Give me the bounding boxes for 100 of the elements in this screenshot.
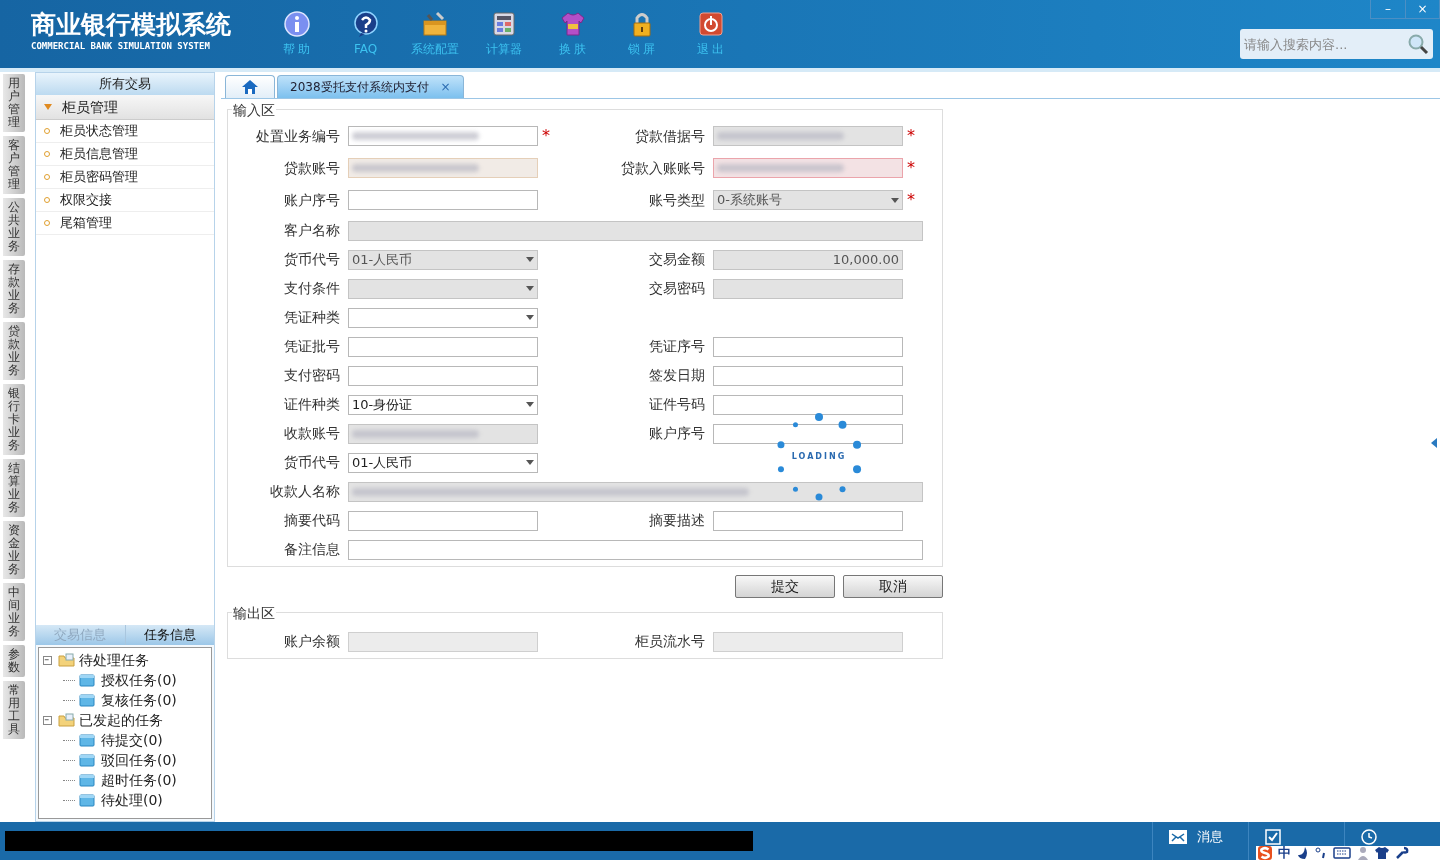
field-label: 贷款入账账号: [620, 158, 706, 178]
field-label: 凭证种类: [283, 308, 341, 327]
status-item[interactable]: [1361, 829, 1377, 845]
side-tab[interactable]: 中间业务: [3, 583, 25, 641]
side-tab[interactable]: 结算业务: [3, 459, 25, 517]
search-icon[interactable]: [1407, 33, 1429, 55]
field-label: 处置业务编号: [255, 126, 341, 146]
expand-toggle-icon[interactable]: [43, 715, 52, 725]
field-label: 摘要描述: [648, 511, 706, 530]
menu-item[interactable]: 柜员信息管理: [36, 143, 214, 166]
field-label: 货币代号: [283, 250, 341, 269]
field-label: 柜员流水号: [634, 632, 706, 651]
panel-tab[interactable]: 任务信息: [124, 625, 214, 645]
side-tab[interactable]: 公共业务: [3, 198, 25, 256]
input-field[interactable]: [713, 510, 903, 531]
input-field[interactable]: [348, 126, 538, 146]
input-field[interactable]: [713, 158, 903, 178]
minimize-button[interactable]: –: [1371, 0, 1405, 18]
select-field[interactable]: 10-身份证: [348, 394, 538, 415]
punctuation-icon[interactable]: [1315, 847, 1327, 859]
menu-item[interactable]: 柜员密码管理: [36, 166, 214, 189]
loading-spinner: LOADING: [774, 412, 864, 502]
input-field[interactable]: [348, 190, 538, 210]
select-field[interactable]: [348, 307, 538, 328]
side-tab[interactable]: 存款业务: [3, 260, 25, 318]
field-label: 交易金额: [648, 250, 706, 269]
tree-item[interactable]: 复核任务(0): [101, 689, 177, 711]
folder-icon: [79, 793, 95, 807]
document-tab[interactable]: 2038受托支付系统内支付 ×: [277, 75, 464, 98]
keyboard-icon[interactable]: [1333, 847, 1351, 859]
field-label: 账户序号: [283, 190, 341, 210]
search-field[interactable]: 请输入搜索内容...: [1240, 29, 1433, 59]
home-tab[interactable]: [225, 75, 275, 98]
tree-item[interactable]: 待提交(0): [101, 729, 163, 751]
shirt-icon[interactable]: [1375, 846, 1389, 860]
folder-icon: [79, 693, 95, 707]
field-label: 贷款账号: [283, 158, 341, 178]
caret-icon: [44, 104, 52, 110]
tree-item[interactable]: 已发起的任务: [79, 709, 163, 731]
input-field[interactable]: [348, 631, 538, 652]
tree-item[interactable]: 待处理任务: [79, 649, 149, 671]
input-field[interactable]: [348, 365, 538, 386]
side-tab[interactable]: 参数: [3, 645, 25, 677]
close-button[interactable]: ×: [1405, 0, 1439, 18]
tree-item[interactable]: 授权任务(0): [101, 669, 177, 691]
collapse-arrow-icon[interactable]: [1431, 438, 1437, 448]
side-tab[interactable]: 资金业务: [3, 521, 25, 579]
menu-item[interactable]: 尾箱管理: [36, 212, 214, 235]
side-tab[interactable]: 银行卡业务: [3, 384, 25, 455]
field-label: 备注信息: [283, 540, 341, 559]
side-tab[interactable]: 常用工具: [3, 681, 25, 739]
submit-button[interactable]: 提交: [735, 575, 835, 598]
menu-item[interactable]: 权限交接: [36, 189, 214, 212]
field-label: 证件号码: [648, 395, 706, 414]
tree-item[interactable]: 超时任务(0): [101, 769, 177, 791]
input-field[interactable]: [348, 510, 538, 531]
folder-icon: [79, 753, 95, 767]
field-label: 摘要代码: [283, 511, 341, 530]
input-field[interactable]: [348, 158, 538, 178]
expand-toggle-icon[interactable]: [43, 655, 52, 665]
menu-item[interactable]: 柜员状态管理: [36, 120, 214, 143]
input-field[interactable]: [713, 423, 903, 444]
required-mark: *: [907, 126, 915, 145]
wrench-icon[interactable]: [1395, 846, 1409, 860]
tree-item[interactable]: 待处理(0): [101, 789, 163, 811]
input-field[interactable]: [713, 336, 903, 357]
dropdown-caret-icon: [526, 460, 534, 465]
dropdown-caret-icon: [526, 315, 534, 320]
home-icon: [242, 80, 258, 94]
field-label: 账户余额: [283, 632, 341, 651]
field-label: 支付密码: [283, 366, 341, 385]
help-icon: [351, 10, 380, 38]
field-label: 凭证批号: [283, 337, 341, 356]
input-field[interactable]: [713, 631, 903, 652]
side-tab[interactable]: 用户管理: [3, 74, 25, 132]
tab-close[interactable]: ×: [440, 78, 451, 96]
input-field[interactable]: [348, 336, 538, 357]
info-icon: [282, 10, 311, 38]
menu-group[interactable]: 柜员管理: [36, 95, 214, 120]
folder-icon: [79, 773, 95, 787]
input-field[interactable]: [713, 365, 903, 386]
ime-mode[interactable]: 中: [1278, 846, 1291, 860]
cancel-button[interactable]: 取消: [843, 575, 943, 598]
section-legend: 输入区: [232, 100, 276, 121]
status-item[interactable]: [1265, 829, 1281, 845]
select-field[interactable]: 01-人民币: [348, 452, 538, 473]
input-field[interactable]: [713, 394, 903, 415]
folder-icon: [58, 653, 75, 667]
side-tab[interactable]: 客户管理: [3, 136, 25, 194]
moon-icon[interactable]: [1297, 846, 1309, 860]
menu-header: 所有交易: [36, 73, 214, 95]
status-item[interactable]: 消息: [1169, 829, 1223, 845]
tree-item[interactable]: 驳回任务(0): [101, 749, 177, 771]
input-field[interactable]: [348, 539, 923, 560]
folder-icon: [79, 733, 95, 747]
app-subtitle: COMMERCIAL BANK SIMULATION SYSTEM: [31, 40, 211, 53]
mail-icon: [1169, 830, 1187, 844]
side-tab[interactable]: 贷款业务: [3, 322, 25, 380]
field-label: 账户序号: [648, 424, 706, 443]
folder-icon: [58, 713, 75, 727]
